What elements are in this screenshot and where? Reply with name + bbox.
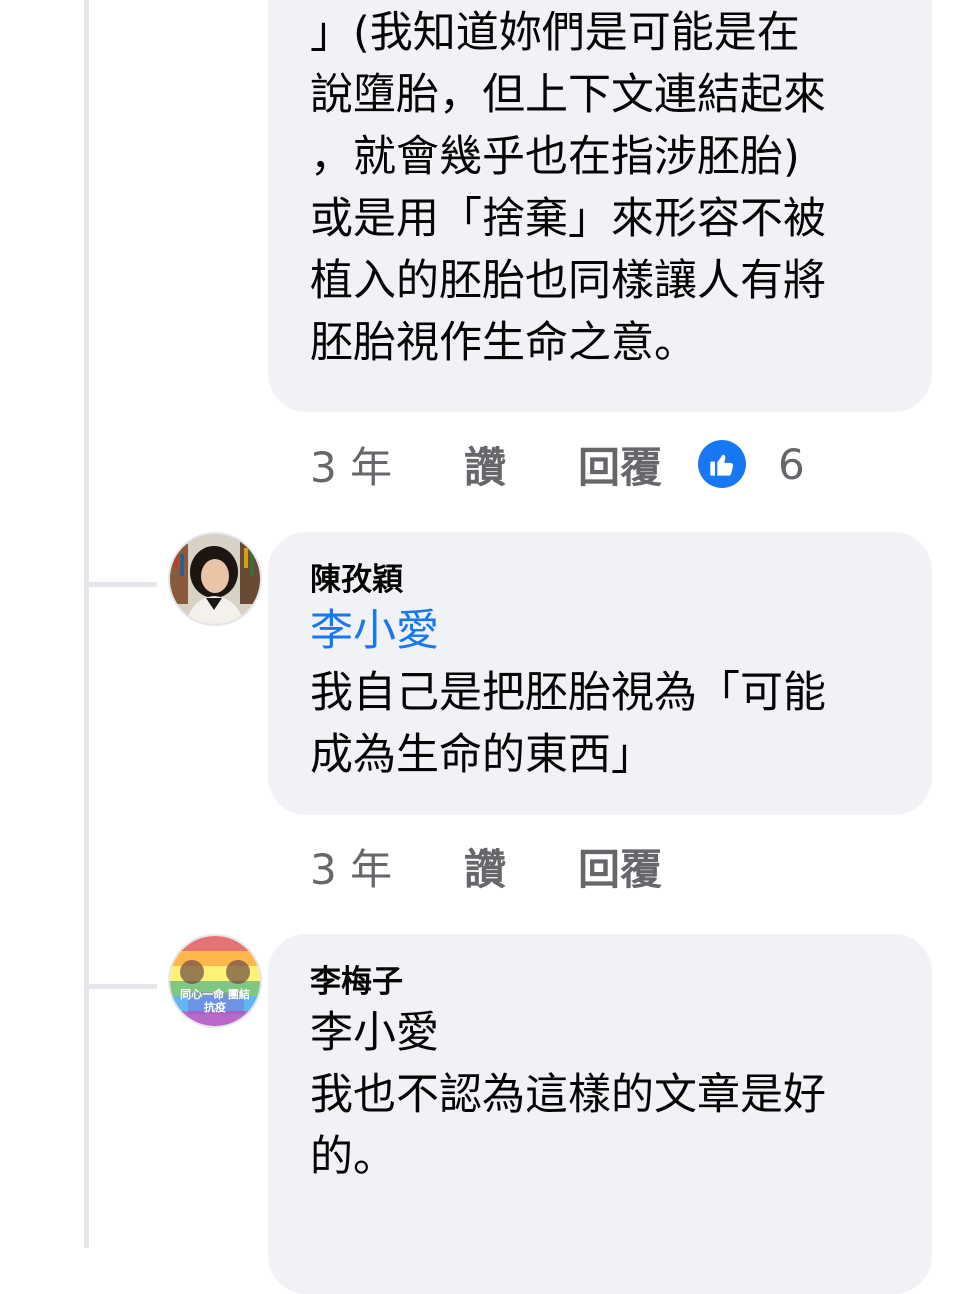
comment-bubble-3: 李梅子 李小愛 我也不認為這樣的文章是好 的。 [268,934,932,1294]
comment-time[interactable]: 3 年 [310,434,464,495]
comment-text-line: 或是用「捨棄」來形容不被 [310,194,826,244]
comment-text-line: 說墮胎，但上下文連結起來 [310,70,826,120]
reply-button[interactable]: 回覆 [578,434,662,495]
comment-author[interactable]: 陳孜穎 [310,560,892,600]
comment-text-line: 」(我知道妳們是可能是在 [310,8,800,58]
like-icon[interactable] [698,440,747,488]
comment-text-line: 的。 [310,1132,396,1182]
like-button[interactable]: 讚 [464,434,578,495]
thread-branch [89,984,157,989]
thumbs-up-icon [710,454,734,476]
avatar[interactable]: 同心一命 團結抗疫 [168,934,262,1028]
comment-text-line: 植入的胚胎也同樣讓人有將 [310,256,826,306]
reaction-count[interactable]: 6 [778,440,805,489]
comment-bubble-1: 」(我知道妳們是可能是在 說墮胎，但上下文連結起來 ，就會幾乎也在指涉胚胎) 或… [268,0,932,412]
mention-link[interactable]: 李小愛 [310,600,892,662]
comment-text-line: 我也不認為這樣的文章是好 [310,1070,826,1120]
thread-line [84,0,89,1248]
avatar-photo [170,534,260,624]
comment-actions-1: 3 年 讚 回覆 6 [310,434,805,494]
thread-branch [89,582,157,587]
like-button[interactable]: 讚 [464,836,578,897]
avatar-text: 同心一命 團結抗疫 [180,988,250,1014]
comment-time[interactable]: 3 年 [310,836,464,897]
avatar[interactable] [168,532,262,626]
reply-button[interactable]: 回覆 [578,836,662,897]
comment-text-line: 成為生命的東西」 [310,730,654,780]
comment-text-line: 胚胎視作生命之意。 [310,318,697,368]
comment-text-line: 我自己是把胚胎視為「可能 [310,668,826,718]
comment-bubble-2: 陳孜穎 李小愛 我自己是把胚胎視為「可能 成為生命的東西」 [268,532,932,815]
mention-text[interactable]: 李小愛 [310,1002,892,1064]
comment-text-line: ，就會幾乎也在指涉胚胎) [310,132,800,182]
comment-actions-2: 3 年 讚 回覆 [310,836,662,896]
comment-author[interactable]: 李梅子 [310,962,892,1002]
